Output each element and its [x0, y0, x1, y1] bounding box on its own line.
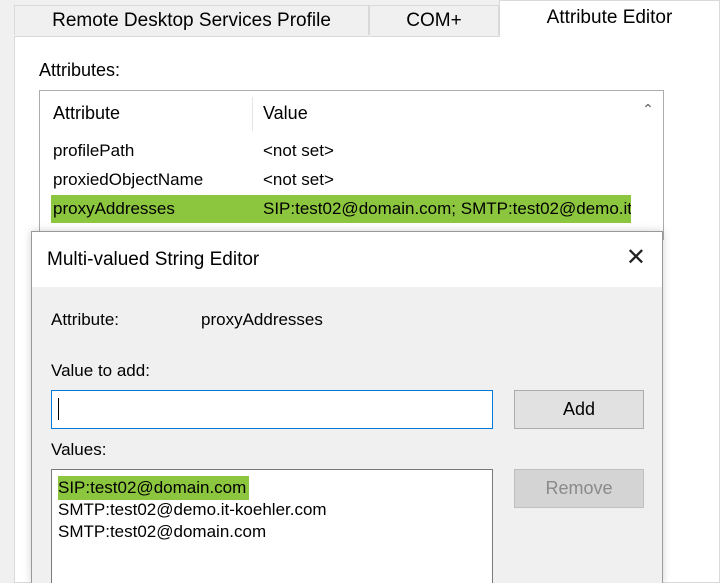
- attribute-row[interactable]: profilePath <not set>: [51, 137, 631, 165]
- close-icon[interactable]: ✕: [626, 246, 646, 270]
- column-header-attribute[interactable]: Attribute: [53, 103, 120, 124]
- multi-valued-string-editor-dialog: Multi-valued String Editor ✕ Attribute: …: [31, 231, 663, 583]
- value-to-add-label: Value to add:: [51, 361, 150, 380]
- attribute-name: profilePath: [53, 141, 135, 160]
- attributes-label: Attributes:: [39, 60, 121, 80]
- tab-strip: Remote Desktop Services Profile COM+ Att…: [0, 0, 720, 37]
- value-to-add-input[interactable]: [51, 390, 493, 429]
- attributes-list[interactable]: Attribute Value ⌃ profilePath <not set> …: [39, 90, 664, 240]
- remove-button[interactable]: Remove: [514, 469, 644, 508]
- attribute-value: <not set>: [263, 141, 334, 160]
- dialog-title: Multi-valued String Editor: [47, 249, 260, 270]
- text-cursor: [58, 398, 59, 420]
- value-item[interactable]: SMTP:test02@domain.com: [58, 520, 266, 544]
- attribute-value: <not set>: [263, 170, 334, 189]
- column-separator[interactable]: [252, 97, 253, 131]
- attribute-row[interactable]: proxiedObjectName <not set>: [51, 166, 631, 194]
- tab-remote-desktop-services-profile[interactable]: Remote Desktop Services Profile: [14, 5, 369, 35]
- add-button[interactable]: Add: [514, 390, 644, 429]
- value-item-selected[interactable]: SIP:test02@domain.com: [58, 476, 250, 500]
- attribute-name: proxyAddresses: [53, 199, 175, 218]
- value-item[interactable]: SMTP:test02@demo.it-koehler.com: [58, 498, 327, 522]
- attribute-row-selected[interactable]: proxyAddresses SIP:test02@domain.com; SM…: [51, 195, 631, 223]
- values-label: Values:: [51, 440, 107, 459]
- tab-attribute-editor[interactable]: Attribute Editor: [499, 0, 720, 37]
- dialog-title-bar[interactable]: Multi-valued String Editor ✕: [32, 232, 662, 287]
- dialog-body: Attribute: proxyAddresses Value to add: …: [32, 287, 662, 583]
- attribute-label: Attribute:: [51, 310, 120, 329]
- column-header-value[interactable]: Value: [263, 103, 308, 124]
- values-list[interactable]: SIP:test02@domain.com SMTP:test02@demo.i…: [51, 469, 493, 583]
- attribute-name: proxiedObjectName: [53, 170, 204, 189]
- tab-com-plus[interactable]: COM+: [369, 5, 499, 35]
- chevron-up-icon[interactable]: ⌃: [641, 101, 655, 117]
- attribute-name-value: proxyAddresses: [201, 310, 323, 329]
- attribute-value: SIP:test02@domain.com; SMTP:test02@demo.…: [263, 199, 631, 218]
